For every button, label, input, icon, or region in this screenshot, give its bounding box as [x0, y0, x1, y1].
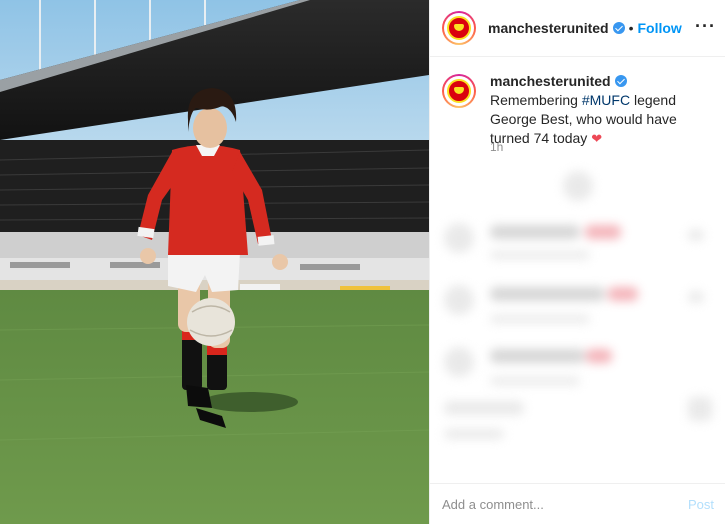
caption-username[interactable]: manchesterunited: [490, 73, 611, 89]
caption-text: manchesterunited Remembering #MUFC legen…: [490, 72, 710, 148]
caption-avatar-ring: [444, 76, 474, 106]
account-username[interactable]: manchesterunited: [488, 20, 609, 36]
post-timestamp[interactable]: 1h: [490, 140, 503, 154]
commenter-avatar: [444, 285, 474, 315]
comment-input[interactable]: [442, 496, 688, 512]
comment-username: [490, 287, 605, 301]
bookmark-icon: [688, 397, 712, 421]
post-caption: manchesterunited Remembering #MUFC legen…: [442, 72, 714, 148]
avatar[interactable]: [442, 11, 476, 45]
comment-like-icon: [688, 229, 704, 241]
separator-dot: •: [628, 20, 634, 36]
verified-badge-icon: [612, 22, 625, 34]
post-comment-button[interactable]: Post: [688, 497, 714, 512]
avatar-ring: [444, 13, 474, 43]
comment-bar: Post: [430, 483, 725, 524]
comment-meta: [490, 377, 580, 385]
comment-like-icon: [688, 291, 704, 303]
caption-avatar[interactable]: [442, 74, 476, 108]
hashtag-link[interactable]: #MUFC: [582, 92, 630, 108]
commenter-avatar: [444, 223, 474, 253]
manchester-united-crest-icon: [447, 79, 471, 103]
comment-username: [490, 225, 580, 239]
comment-meta: [490, 315, 590, 323]
comment-meta: [490, 251, 590, 259]
caption-text-before: Remembering: [490, 92, 582, 108]
follow-button[interactable]: Follow: [638, 20, 682, 36]
blurred-comments: [430, 165, 725, 470]
george-best-photo: [0, 0, 429, 524]
comment-text: [586, 349, 612, 363]
verified-badge-icon: [614, 75, 627, 87]
instagram-post: manchesterunited • Follow ··· manchester…: [0, 0, 725, 524]
post-photo[interactable]: [0, 0, 429, 524]
comment-text: [608, 287, 638, 301]
comment-username: [490, 349, 585, 363]
commenter-avatar: [444, 347, 474, 377]
manchester-united-crest-icon: [447, 16, 471, 40]
more-options-icon[interactable]: ···: [695, 16, 716, 37]
post-header: manchesterunited • Follow ···: [430, 0, 725, 57]
likes-count: [444, 429, 504, 439]
red-heart-icon: ❤: [591, 131, 603, 146]
post-side-panel: manchesterunited • Follow ··· manchester…: [429, 0, 725, 524]
comment-text: [585, 225, 621, 239]
loading-spinner-icon: [563, 171, 593, 201]
action-icons: [444, 401, 524, 415]
